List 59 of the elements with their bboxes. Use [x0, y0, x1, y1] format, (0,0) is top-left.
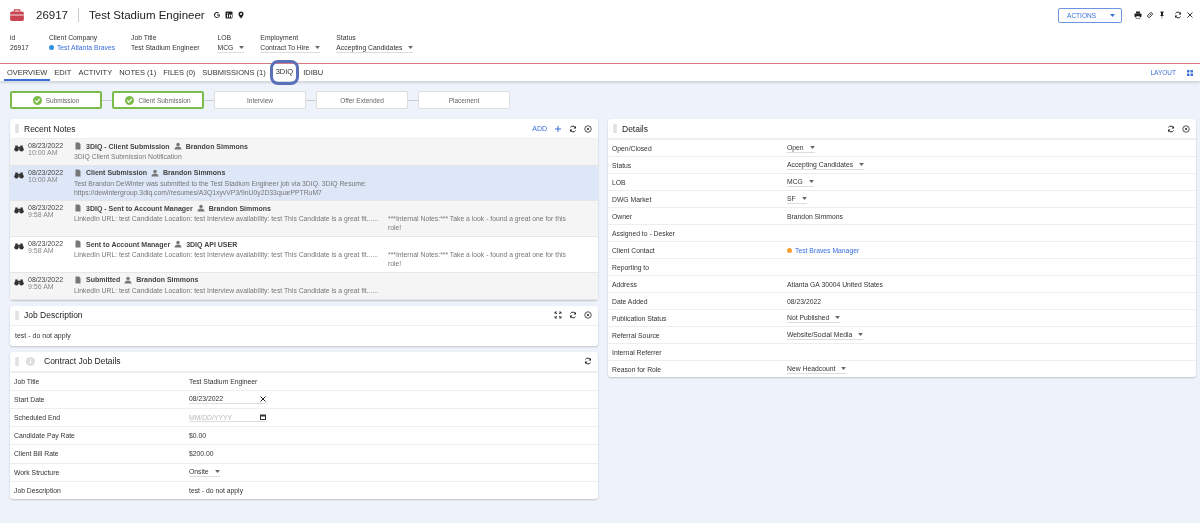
card-title: Recent Notes — [24, 123, 76, 134]
caret-icon — [315, 46, 321, 49]
binoculars-icon — [14, 206, 24, 215]
document-icon — [74, 204, 82, 213]
grid-icon[interactable] — [1186, 68, 1194, 77]
binoculars-icon — [14, 144, 24, 152]
google-icon[interactable] — [212, 11, 221, 19]
caret-icon — [214, 469, 220, 473]
binoculars-icon — [14, 170, 24, 179]
refresh-icon[interactable] — [584, 357, 592, 366]
record-title: Test Stadium Engineer — [89, 9, 205, 21]
clear-icon[interactable] — [259, 394, 267, 403]
close-icon[interactable] — [584, 311, 592, 320]
close-icon[interactable] — [1186, 11, 1194, 19]
link-icon[interactable] — [1146, 11, 1154, 19]
binoculars-icon — [14, 242, 24, 251]
refresh-icon[interactable] — [569, 311, 577, 320]
close-icon[interactable] — [1182, 124, 1190, 133]
document-icon — [74, 142, 82, 150]
caret-icon — [835, 315, 841, 319]
refresh-icon[interactable] — [1174, 11, 1182, 19]
plus-icon[interactable] — [554, 124, 562, 133]
card-title: Details — [622, 123, 648, 134]
card-title: Job Description — [24, 310, 83, 321]
close-icon[interactable] — [584, 124, 592, 133]
calendar-icon[interactable] — [259, 413, 267, 422]
caret-icon — [841, 366, 847, 370]
caret-icon — [239, 46, 245, 49]
caret-icon — [808, 179, 814, 183]
print-icon[interactable] — [1134, 11, 1142, 19]
person-icon — [151, 168, 160, 177]
person-icon — [173, 142, 182, 150]
briefcase-icon — [10, 9, 24, 21]
pin-icon[interactable] — [1158, 11, 1166, 19]
document-icon — [74, 240, 82, 249]
caret-icon — [858, 332, 864, 336]
record-id: 26917 — [36, 9, 68, 21]
map-pin-icon[interactable] — [236, 11, 245, 19]
caret-icon — [408, 46, 414, 49]
linkedin-icon[interactable] — [224, 11, 233, 19]
check-circle-icon — [125, 95, 135, 105]
caret-icon — [801, 196, 807, 200]
person-icon — [174, 240, 183, 249]
card-title: Contract Job Details — [44, 356, 121, 367]
caret-icon — [859, 162, 865, 166]
person-icon — [196, 204, 205, 213]
caret-icon — [809, 145, 815, 149]
note-row[interactable] — [10, 201, 598, 238]
note-row[interactable] — [10, 165, 598, 202]
note-row[interactable] — [10, 237, 598, 273]
expand-icon[interactable] — [554, 311, 562, 320]
document-icon — [74, 275, 82, 284]
binoculars-icon — [14, 277, 24, 286]
refresh-icon[interactable] — [569, 124, 577, 133]
caret-icon — [1110, 13, 1115, 17]
document-icon — [74, 168, 82, 177]
refresh-icon[interactable] — [1167, 124, 1175, 133]
check-circle-icon — [32, 95, 42, 105]
person-icon — [124, 275, 133, 284]
